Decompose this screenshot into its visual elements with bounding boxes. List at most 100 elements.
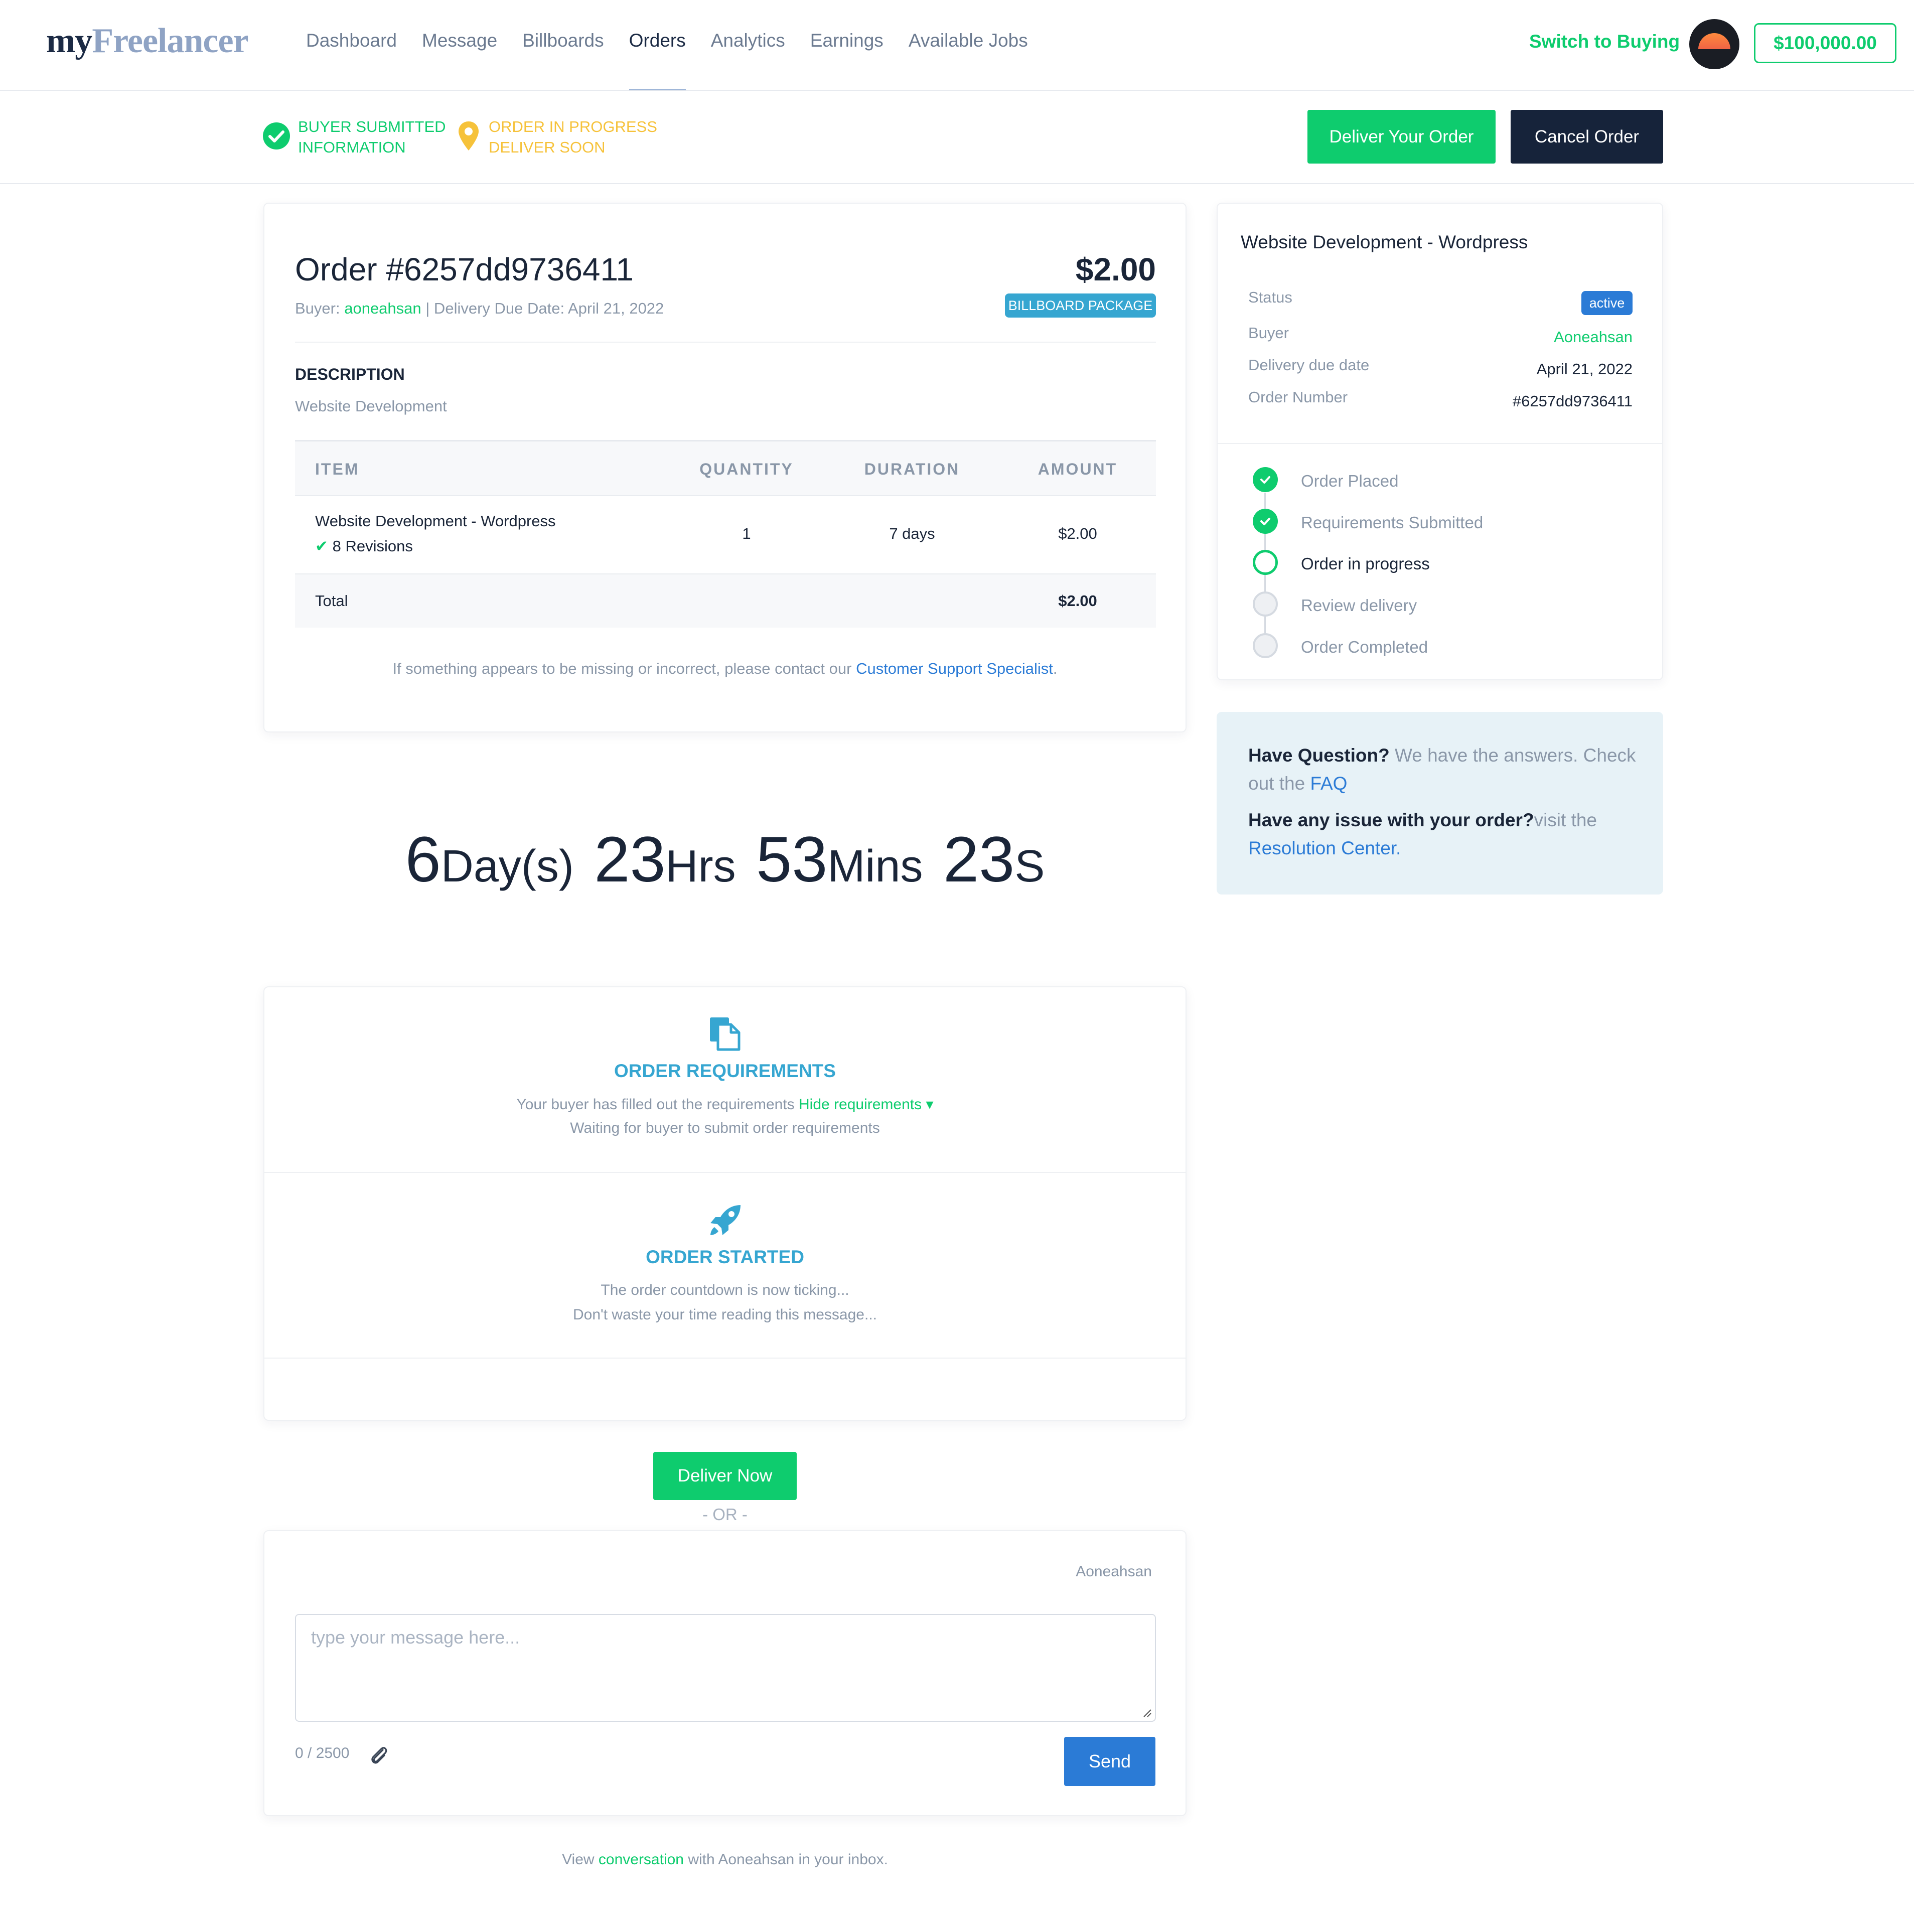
help-box [1217,712,1663,895]
timeline-step-order-placed: Order Placed [1301,472,1399,490]
col-header-duration: Duration [864,460,960,478]
row-quantity: 1 [742,525,751,542]
logo-my: my [46,22,92,60]
nav-message[interactable]: Message [422,30,497,51]
divider [1218,443,1662,444]
timeline-check-icon [1253,509,1278,534]
rocket-icon [710,1205,741,1235]
row-item-name: Website Development - Wordpress [315,512,556,530]
countdown-hours: 23 [594,824,666,896]
deliver-your-order-button[interactable]: Deliver Your Order [1307,110,1496,164]
resolution-center-link[interactable]: Resolution Center. [1248,838,1401,858]
faq-link[interactable]: FAQ [1310,773,1347,794]
timeline-step-requirements-submitted: Requirements Submitted [1301,513,1484,532]
paperclip-icon[interactable] [369,1744,389,1766]
nav-dashboard[interactable]: Dashboard [306,30,397,51]
conversation-link[interactable]: conversation [599,1851,684,1868]
message-recipient: Aoneahsan [1076,1563,1152,1580]
countdown-days: 6 [405,824,441,896]
nav-billboards[interactable]: Billboards [522,30,604,51]
order-number-value: #6257dd9736411 [1512,392,1633,410]
customer-support-link[interactable]: Customer Support Specialist [856,660,1053,677]
order-summary-card [1217,203,1663,680]
character-count: 0 / 2500 [295,1745,350,1761]
nav-earnings[interactable]: Earnings [810,30,884,51]
order-title: Order #6257dd9736411 [295,251,634,287]
order-started-title: Order Started [646,1247,804,1267]
avatar[interactable] [1689,19,1739,69]
col-header-quantity: Quantity [699,460,794,478]
countdown-hours-unit: Hrs [665,841,736,891]
total-label: Total [315,592,348,610]
faq-text: Have Question? We have the answers. Chec… [1248,745,1636,794]
timeline-step-review-delivery: Review delivery [1301,596,1417,615]
due-date-label: Delivery due date [1248,356,1370,374]
support-note: If something appears to be missing or in… [392,660,1058,677]
switch-to-buying-link[interactable]: Switch to Buying [1529,31,1680,52]
started-line-1: The order countdown is now ticking... [601,1282,849,1298]
resize-handle-icon[interactable] [1142,1708,1152,1718]
checkmark-icon: ✔ [315,537,328,555]
buyer-label: Buyer [1248,324,1289,342]
total-amount: $2.00 [1058,592,1097,610]
countdown-secs: 23 [943,824,1015,896]
nav-analytics[interactable]: Analytics [711,30,785,51]
message-input[interactable] [295,1614,1156,1722]
timeline-current-circle-icon [1253,550,1278,575]
row-duration: 7 days [889,525,935,542]
description-text: Website Development [295,397,447,415]
row-revisions: ✔ 8 Revisions [315,537,413,555]
resolution-text: Have any issue with your order?visit the… [1248,810,1597,858]
location-pin-icon [459,121,479,151]
timeline-pending-circle-icon [1253,591,1278,617]
timeline-step-order-completed: Order Completed [1301,638,1428,656]
table-row: Website Development - Wordpress ✔ 8 Revi… [295,496,1156,573]
row-amount: $2.00 [1058,525,1097,542]
order-countdown: 6Day(s) 23Hrs 53Mins 23S [263,823,1187,897]
divider [295,342,1156,343]
countdown-mins-unit: Mins [827,841,923,891]
due-date-value: April 21, 2022 [1536,360,1633,378]
documents-icon [710,1017,741,1051]
status-badge: active [1581,291,1633,315]
logo[interactable]: myFreelancer [46,21,249,61]
check-circle-icon [263,122,290,150]
order-number-label: Order Number [1248,388,1348,406]
buyer-value-link[interactable]: Aoneahsan [1435,328,1633,346]
cancel-order-button[interactable]: Cancel Order [1511,110,1663,164]
requirements-status-line: Your buyer has filled out the requiremen… [516,1096,934,1113]
logo-freelancer: Freelancer [92,22,248,60]
balance-button[interactable]: $100,000.00 [1754,23,1896,63]
timeline-pending-circle-icon [1253,633,1278,658]
status-step-buyer-submitted: Buyer submitted information [298,118,446,156]
order-meta: Buyer: aoneahsan | Delivery Due Date: Ap… [295,300,664,317]
inbox-note: View conversation with Aoneahsan in your… [562,1851,888,1868]
nav-available-jobs[interactable]: Available Jobs [909,30,1028,51]
status-label: Status [1248,288,1292,306]
timeline-step-order-in-progress: Order in progress [1301,554,1430,573]
main-nav: Dashboard Message Billboards Orders Anal… [306,30,1028,90]
send-button[interactable]: Send [1064,1737,1155,1786]
summary-title: Website Development - Wordpress [1241,232,1528,252]
started-line-2: Don't waste your time reading this messa… [572,1306,877,1323]
countdown-days-unit: Day(s) [440,841,574,891]
nav-orders[interactable]: Orders [629,30,686,90]
hide-requirements-toggle[interactable]: Hide requirements ▾ [799,1096,934,1113]
deliver-now-button[interactable]: Deliver Now [653,1452,797,1500]
col-header-amount: Amount [1038,460,1118,478]
requirements-waiting-line: Waiting for buyer to submit order requir… [570,1120,880,1136]
col-header-item: Item [315,460,360,478]
countdown-mins: 53 [756,824,828,896]
buyer-link[interactable]: aoneahsan [344,300,421,317]
countdown-secs-unit: S [1014,841,1045,891]
divider [264,1358,1186,1359]
order-items-table: Item Quantity Duration Amount Website De… [295,440,1156,628]
status-step-order-in-progress: Order in progress Deliver soon [489,118,657,156]
timeline-check-icon [1253,467,1278,492]
package-badge: Billboard Package [1005,293,1156,318]
order-price: $2.00 [1075,251,1156,287]
divider [264,1172,1186,1173]
or-separator: - OR - [702,1505,748,1524]
order-requirements-title: Order Requirements [614,1061,836,1081]
caret-down-icon: ▾ [926,1096,934,1113]
